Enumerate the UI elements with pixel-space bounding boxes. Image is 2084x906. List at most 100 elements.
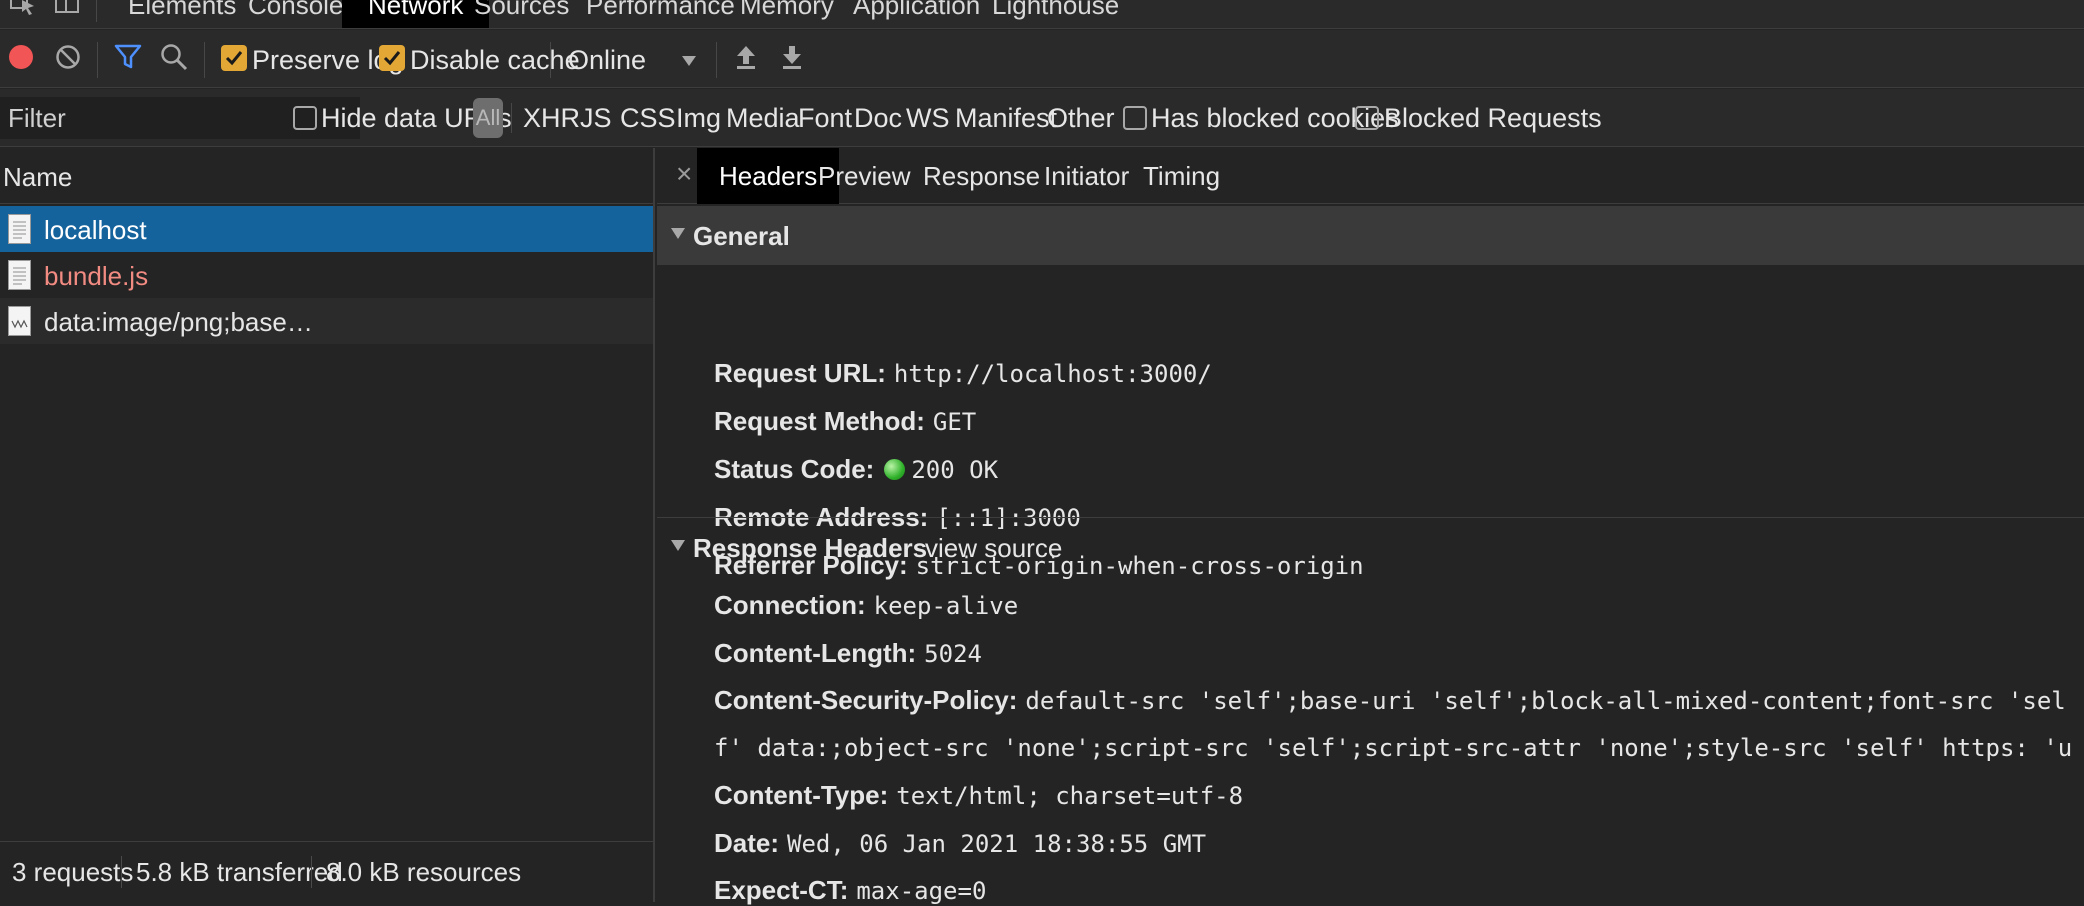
collapse-triangle-icon	[671, 228, 685, 239]
tab-preview[interactable]: Preview	[818, 148, 910, 204]
detail-tab-bar: × Headers Preview Response Initiator Tim…	[657, 148, 2084, 204]
content-type-row: Content-Type: text/html; charset=utf-8	[714, 780, 1243, 811]
status-ok-dot-icon	[884, 459, 906, 480]
filter-type-font[interactable]: Font	[798, 103, 852, 134]
connection-row: Connection: keep-alive	[714, 590, 1018, 621]
filter-icon[interactable]	[114, 44, 142, 70]
header-value: default-src 'self';base-uri 'self';block…	[1025, 687, 2066, 715]
general-section-header[interactable]: General	[657, 206, 2084, 265]
devtools-tab-bar: Elements Console Network Sources Perform…	[0, 0, 2084, 29]
toolbar-separator	[716, 42, 717, 78]
script-file-icon	[8, 260, 31, 290]
header-value: http://localhost:3000/	[893, 360, 1212, 388]
filter-separator	[511, 103, 512, 133]
resources-size: 8.0 kB resources	[326, 857, 522, 887]
chevron-down-icon[interactable]	[682, 56, 696, 66]
header-key: Content-Security-Policy:	[714, 685, 1018, 715]
request-count: 3 requests	[12, 857, 134, 887]
toolbar-separator	[97, 42, 98, 78]
collapse-triangle-icon	[671, 540, 685, 551]
request-url-row: Request URL: http://localhost:3000/	[714, 358, 1212, 389]
tab-network[interactable]: Network	[342, 0, 490, 28]
header-value: keep-alive	[873, 592, 1019, 620]
tab-timing[interactable]: Timing	[1143, 148, 1220, 204]
tab-sources[interactable]: Sources	[474, 0, 569, 28]
filter-type-doc[interactable]: Doc	[854, 103, 902, 134]
view-source-link[interactable]: view source	[925, 533, 1062, 564]
header-key: Content-Type:	[714, 780, 889, 810]
status-summary-bar: 3 requests 5.8 kB transferred 8.0 kB res…	[0, 841, 653, 902]
disable-cache-checkbox[interactable]	[379, 45, 405, 71]
filter-type-media[interactable]: Media	[726, 103, 800, 134]
toolbar-separator	[204, 42, 205, 78]
search-icon[interactable]	[160, 43, 188, 71]
tab-lighthouse[interactable]: Lighthouse	[992, 0, 1119, 28]
device-toggle-icon[interactable]	[54, 0, 80, 16]
csp-continuation-line: f' data:;object-src 'none';script-src 's…	[714, 734, 2073, 762]
filter-type-ws[interactable]: WS	[906, 103, 950, 134]
request-name: localhost	[44, 215, 147, 245]
export-har-icon[interactable]	[781, 44, 803, 70]
content-security-policy-row: Content-Security-Policy: default-src 'sel…	[714, 685, 2066, 716]
request-detail-pane: × Headers Preview Response Initiator Tim…	[657, 148, 2084, 905]
throttling-select[interactable]: Online	[568, 45, 646, 76]
filter-type-js[interactable]: JS	[580, 103, 612, 134]
header-key: Request Method:	[714, 406, 925, 436]
import-har-icon[interactable]	[735, 44, 757, 70]
header-key: Expect-CT:	[714, 875, 849, 905]
content-length-row: Content-Length: 5024	[714, 638, 982, 669]
header-key: Date:	[714, 828, 780, 858]
header-value: 200 OK	[911, 456, 999, 484]
name-column-header[interactable]: Name	[0, 148, 653, 204]
tab-initiator[interactable]: Initiator	[1044, 148, 1129, 204]
request-name: data:image/png;base…	[44, 307, 313, 337]
hide-data-urls-checkbox[interactable]	[293, 106, 317, 130]
response-headers-title: Response Headers	[693, 533, 928, 563]
header-value: 5024	[924, 640, 982, 668]
tab-console[interactable]: Console	[248, 0, 343, 28]
image-file-icon	[8, 306, 31, 336]
header-key: Content-Length:	[714, 638, 917, 668]
tab-memory[interactable]: Memory	[740, 0, 834, 28]
header-value: max-age=0	[856, 877, 987, 905]
general-title: General	[693, 221, 790, 251]
blocked-requests-label[interactable]: Blocked Requests	[1384, 103, 1602, 134]
tab-application[interactable]: Application	[853, 0, 980, 28]
filter-type-css[interactable]: CSS	[620, 103, 676, 134]
request-row-bundle[interactable]: bundle.js	[0, 252, 653, 298]
request-list: Name localhost bundle.js data:image/png;…	[0, 148, 655, 902]
filter-type-xhr[interactable]: XHR	[523, 103, 580, 134]
filter-type-manifest[interactable]: Manifest	[955, 103, 1057, 134]
request-row-data-image[interactable]: data:image/png;base…	[0, 298, 653, 344]
preserve-log-checkbox[interactable]	[221, 45, 247, 71]
expect-ct-row: Expect-CT: max-age=0	[714, 875, 986, 906]
tab-separator	[96, 0, 97, 22]
clear-icon[interactable]	[55, 44, 81, 70]
header-key: Status Code:	[714, 454, 875, 484]
tab-performance[interactable]: Performance	[586, 0, 735, 28]
filter-type-all[interactable]: All	[473, 98, 503, 138]
record-button[interactable]	[8, 44, 34, 70]
request-name: bundle.js	[44, 261, 149, 291]
inspect-element-icon[interactable]	[10, 0, 36, 16]
toolbar-separator	[550, 42, 551, 78]
summary-separator	[311, 856, 312, 888]
summary-separator	[121, 856, 122, 888]
tab-elements[interactable]: Elements	[128, 0, 236, 28]
disable-cache-label[interactable]: Disable cache	[410, 45, 580, 76]
blocked-requests-checkbox[interactable]	[1355, 106, 1379, 130]
header-value: text/html; charset=utf-8	[896, 782, 1244, 810]
network-toolbar: Preserve log Disable cache Online	[0, 30, 2084, 88]
filter-bar: Hide data URLs All XHR JS CSS Img Media …	[0, 89, 2084, 147]
close-icon[interactable]: ×	[676, 158, 692, 190]
request-row-localhost[interactable]: localhost	[0, 206, 653, 252]
request-method-row: Request Method: GET	[714, 406, 976, 437]
tab-response[interactable]: Response	[923, 148, 1040, 204]
header-value: Wed, 06 Jan 2021 18:38:55 GMT	[787, 830, 1207, 858]
filter-type-other[interactable]: Other	[1047, 103, 1115, 134]
date-row: Date: Wed, 06 Jan 2021 18:38:55 GMT	[714, 828, 1206, 859]
filter-type-img[interactable]: Img	[676, 103, 721, 134]
has-blocked-cookies-checkbox[interactable]	[1123, 106, 1147, 130]
response-headers-section-header[interactable]: Response Headers view source	[657, 518, 2084, 577]
document-icon	[8, 214, 31, 244]
